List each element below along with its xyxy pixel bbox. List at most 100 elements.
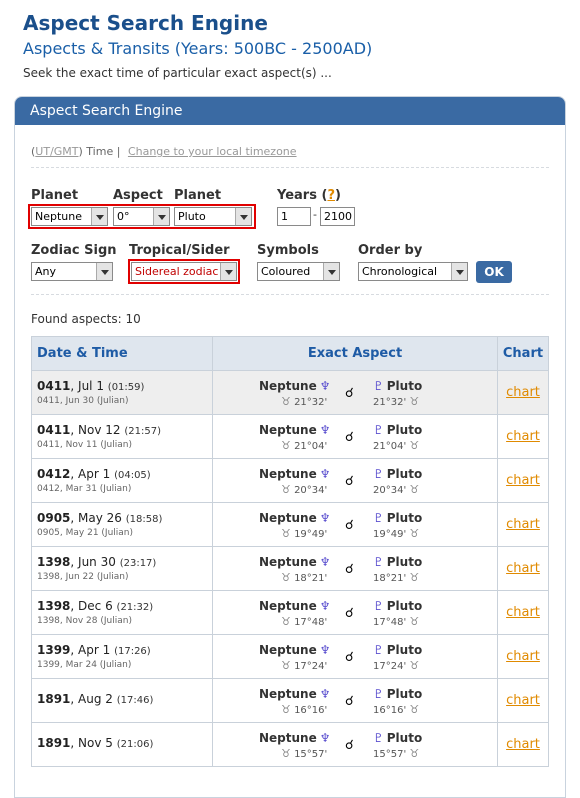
symbols-select[interactable]: Coloured bbox=[257, 262, 340, 281]
year-to-input[interactable]: 2100 bbox=[320, 207, 355, 226]
pos1-value: 17°24' bbox=[294, 661, 328, 672]
date-cell: 1398, Dec 6 (21:32) 1398, Nov 28 (Julian) bbox=[31, 590, 213, 635]
order-value: Chronological bbox=[362, 265, 438, 278]
date-year: 0905 bbox=[37, 511, 71, 525]
planet2-position: 15°57' ♉ bbox=[373, 747, 419, 760]
planet1-position: ♉ 17°48' bbox=[281, 615, 327, 628]
year-from-input[interactable]: 1 bbox=[277, 207, 311, 226]
utgmt-label: UT/GMT bbox=[35, 145, 79, 158]
years-help-link[interactable]: ? bbox=[327, 188, 335, 203]
tz-suffix: ) Time | bbox=[78, 145, 121, 158]
planet1-position: ♉ 20°34' bbox=[281, 483, 327, 496]
date-year: 0411 bbox=[37, 423, 71, 437]
planet2: ♇ Pluto bbox=[373, 731, 422, 745]
planet2-position: 18°21' ♉ bbox=[373, 571, 419, 584]
chart-link[interactable]: chart bbox=[498, 517, 548, 532]
date-time: (21:57) bbox=[124, 426, 161, 437]
planet2-name: Pluto bbox=[386, 643, 423, 657]
planet1-select[interactable]: Neptune bbox=[31, 207, 108, 226]
conjunction-icon: ☌ bbox=[345, 650, 354, 665]
conjunction-icon: ☌ bbox=[345, 518, 354, 533]
chart-link[interactable]: chart bbox=[498, 693, 548, 708]
neptune-icon: ♆ bbox=[319, 423, 331, 437]
date-year: 1398 bbox=[37, 555, 71, 569]
date-time: (17:46) bbox=[116, 695, 154, 706]
planet2-name: Pluto bbox=[386, 511, 423, 525]
date-cell: 1398, Jun 30 (23:17) 1398, Jun 22 (Julian… bbox=[31, 546, 213, 591]
aspect-cell: Neptune ♆ ♉ 21°04' ☌ ♇ Pluto 21°04' ♉ bbox=[212, 414, 498, 459]
planet1-name: Neptune bbox=[259, 379, 317, 393]
chevron-down-icon bbox=[451, 263, 467, 280]
planet1-position: ♉ 17°24' bbox=[281, 659, 327, 672]
planet1: Neptune ♆ bbox=[259, 467, 331, 481]
chart-link[interactable]: chart bbox=[498, 649, 548, 664]
table-row: 0905, May 26 (18:58) 0905, May 21 (Julian… bbox=[31, 502, 549, 547]
chevron-down-icon bbox=[235, 208, 251, 225]
col-exact-aspect[interactable]: Exact Aspect bbox=[212, 336, 498, 371]
julian-date: 1399, Mar 24 (Julian) bbox=[37, 660, 132, 670]
planet2-value: Pluto bbox=[178, 210, 206, 223]
date-time: (21:32) bbox=[116, 602, 154, 613]
chart-link[interactable]: chart bbox=[498, 473, 548, 488]
change-timezone-link[interactable]: Change to your local timezone bbox=[128, 145, 297, 158]
planet2-name: Pluto bbox=[386, 379, 423, 393]
divider bbox=[31, 294, 549, 295]
date-line: 1891, Nov 5 (21:06) bbox=[32, 736, 212, 750]
planet1-name: Neptune bbox=[259, 511, 317, 525]
col-date-time[interactable]: Date & Time bbox=[31, 336, 213, 371]
chart-link[interactable]: chart bbox=[498, 561, 548, 576]
col-chart[interactable]: Chart bbox=[497, 336, 549, 371]
planet1-position: ♉ 16°16' bbox=[281, 703, 327, 716]
date-line: 0412, Apr 1 (04:05) bbox=[32, 467, 212, 481]
taurus-icon: ♉ bbox=[409, 395, 420, 408]
planet2: ♇ Pluto bbox=[373, 555, 422, 569]
chart-cell: chart bbox=[497, 722, 549, 767]
chart-link[interactable]: chart bbox=[498, 429, 548, 444]
planet1-position: ♉ 15°57' bbox=[281, 747, 327, 760]
date-time: (04:05) bbox=[114, 470, 151, 481]
date-year: 1399 bbox=[37, 643, 71, 657]
planet2-position: 16°16' ♉ bbox=[373, 703, 419, 716]
pluto-icon: ♇ bbox=[373, 423, 384, 437]
planet2-name: Pluto bbox=[386, 423, 423, 437]
tropical-value: Sidereal zodiac ( bbox=[135, 265, 227, 278]
date-time: (21:06) bbox=[116, 739, 154, 750]
planet2-name: Pluto bbox=[386, 731, 423, 745]
tropical-select[interactable]: Sidereal zodiac ( bbox=[131, 262, 237, 281]
table-row: 0412, Apr 1 (04:05) 0412, Mar 31 (Julian)… bbox=[31, 458, 549, 503]
divider bbox=[31, 167, 549, 168]
found-count: Found aspects: 10 bbox=[31, 312, 141, 326]
julian-date: 1398, Nov 28 (Julian) bbox=[37, 616, 132, 626]
pos1-value: 21°32' bbox=[294, 397, 328, 408]
planet1-position: ♉ 18°21' bbox=[281, 571, 327, 584]
chart-link[interactable]: chart bbox=[498, 605, 548, 620]
neptune-icon: ♆ bbox=[319, 555, 331, 569]
planet2-position: 17°24' ♉ bbox=[373, 659, 419, 672]
chart-link[interactable]: chart bbox=[498, 385, 548, 400]
date-line: 1398, Dec 6 (21:32) bbox=[32, 599, 212, 613]
date-year: 0412 bbox=[37, 467, 71, 481]
conjunction-icon: ☌ bbox=[345, 430, 354, 445]
search-panel: Aspect Search Engine (UT/GMT) Time | Cha… bbox=[14, 96, 566, 798]
date-line: 0411, Jul 1 (01:59) bbox=[32, 379, 212, 393]
planet2: ♇ Pluto bbox=[373, 511, 422, 525]
date-line: 0905, May 26 (18:58) bbox=[32, 511, 212, 525]
taurus-icon: ♉ bbox=[281, 571, 291, 584]
aspect-select[interactable]: 0° bbox=[113, 207, 170, 226]
date-text: , Apr 1 bbox=[70, 643, 111, 657]
zodiac-value: Any bbox=[35, 265, 57, 278]
planet1-position: ♉ 19°49' bbox=[281, 527, 327, 540]
chart-link[interactable]: chart bbox=[498, 737, 548, 752]
chevron-down-icon bbox=[323, 263, 339, 280]
planet1: Neptune ♆ bbox=[259, 555, 331, 569]
planet2-label: Planet bbox=[174, 188, 222, 203]
planet2-select[interactable]: Pluto bbox=[174, 207, 252, 226]
date-year: 0411 bbox=[37, 379, 71, 393]
order-select[interactable]: Chronological bbox=[358, 262, 468, 281]
pos1-value: 16°16' bbox=[294, 705, 328, 716]
table-row: 1891, Nov 5 (21:06) Neptune ♆ ♉ 15°57' ☌ ♇ Plu… bbox=[31, 722, 549, 767]
chart-cell: chart bbox=[497, 590, 549, 635]
zodiac-select[interactable]: Any bbox=[31, 262, 113, 281]
ok-button[interactable]: OK bbox=[476, 261, 512, 283]
date-text: , May 26 bbox=[70, 511, 122, 525]
